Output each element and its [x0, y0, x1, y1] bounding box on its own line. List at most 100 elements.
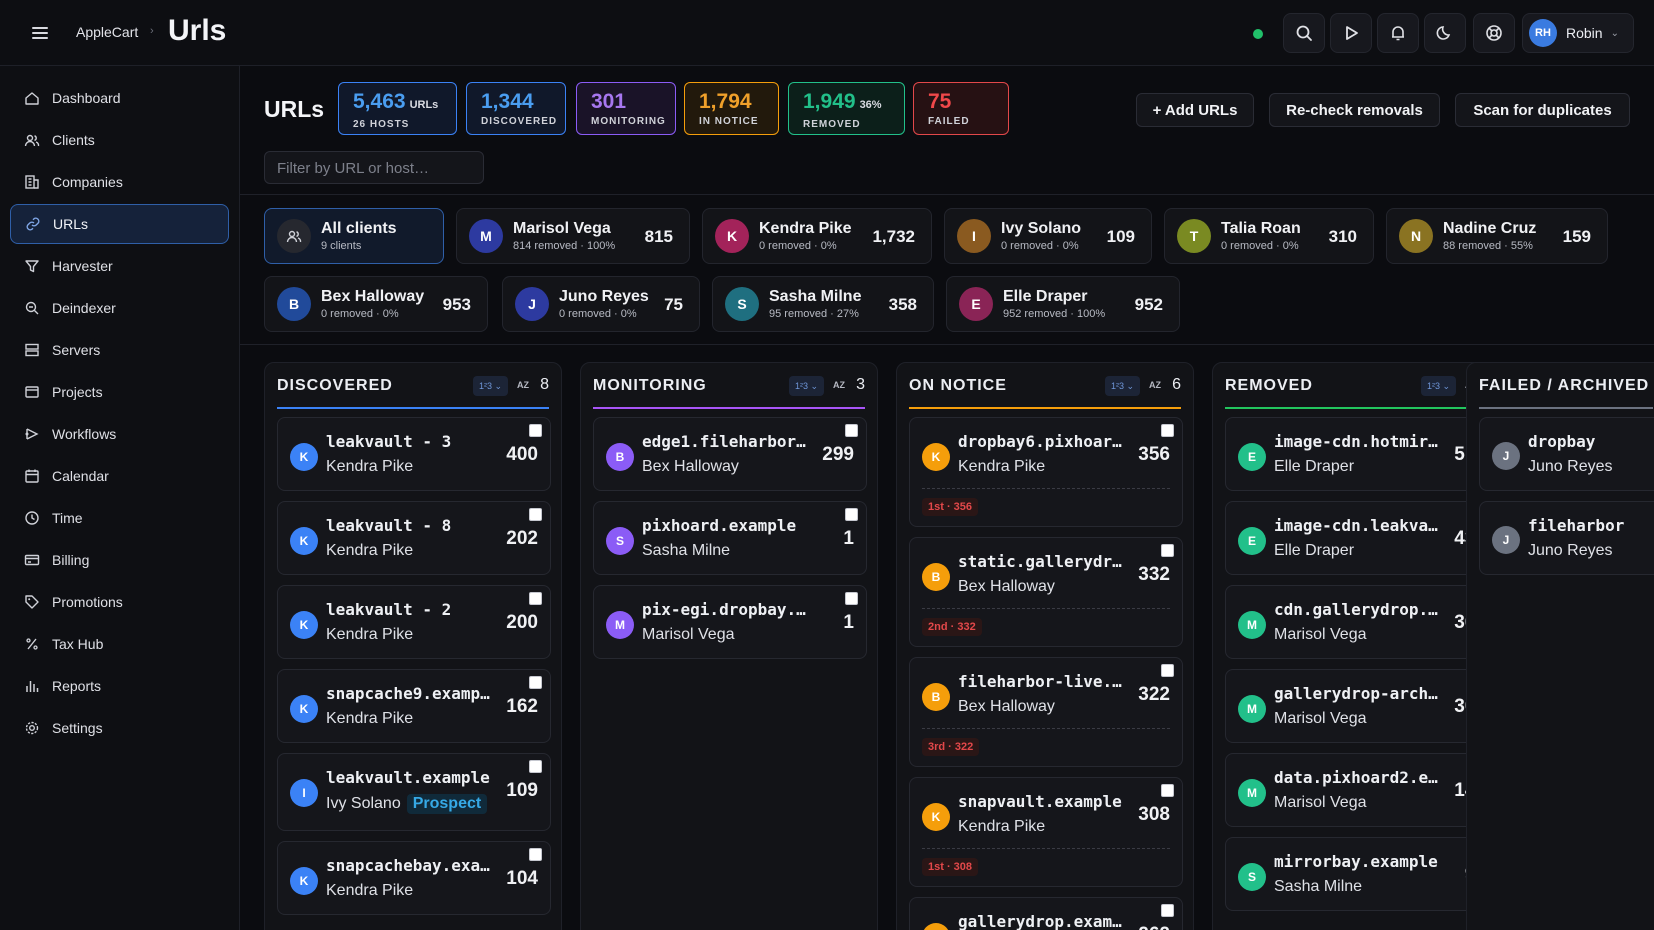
url-card[interactable]: Ksnapvault.example Kendra Pike 308 1st · 30… — [909, 777, 1183, 887]
sort-numeric-button[interactable]: 1²3 ⌄ — [1105, 376, 1141, 396]
breadcrumb-app[interactable]: AppleCart — [76, 24, 138, 40]
user-menu[interactable]: RH Robin ⌄ — [1522, 13, 1634, 53]
client-filter-chip[interactable]: K Kendra Pike 0 removed · 0% 1,732 — [702, 208, 932, 264]
url-card[interactable]: Mcdn.gallerydrop.exampleMarisol Vega366 — [1225, 585, 1499, 659]
url-card[interactable]: Spixhoard.example Sasha Milne 1 — [593, 501, 867, 575]
select-checkbox[interactable] — [529, 592, 542, 605]
client-removed-summary: 952 removed · 100% — [1003, 308, 1106, 320]
url-card[interactable]: Ileakvault.example Ivy Solano Prospect 109 — [277, 753, 551, 831]
stat-monitoring[interactable]: 301 MONITORING — [576, 82, 676, 135]
recheck-removals-button[interactable]: Re-check removals — [1269, 93, 1440, 127]
search-button[interactable] — [1283, 13, 1325, 53]
url-card[interactable]: Bfileharbor-live.example Bex Halloway 322 3… — [909, 657, 1183, 767]
client-url-count: 1,732 — [872, 227, 915, 246]
select-checkbox[interactable] — [1161, 424, 1174, 437]
url-card[interactable]: Ksnapcachebay.example Kendra Pike 104 — [277, 841, 551, 915]
play-button[interactable] — [1330, 13, 1372, 53]
url-card[interactable]: Smirrorbay.exampleSasha Milne95 — [1225, 837, 1499, 911]
url-card[interactable]: Ksnapcache9.example Kendra Pike 162 — [277, 669, 551, 743]
url-card[interactable]: Mdata.pixhoard2.exampleMarisol Vega147 — [1225, 753, 1499, 827]
client-filter-chip[interactable]: J Juno Reyes 0 removed · 0% 75 — [502, 276, 700, 332]
building-icon — [25, 175, 39, 189]
client-filter-chip[interactable]: E Elle Draper 952 removed · 100% 952 — [946, 276, 1180, 332]
client-avatar: B — [922, 683, 950, 711]
url-card[interactable]: Sgallerydrop.exampleSasha Milne262 — [909, 897, 1183, 930]
theme-toggle-button[interactable] — [1424, 13, 1466, 53]
url-card[interactable]: Kleakvault - 2 Kendra Pike 200 — [277, 585, 551, 659]
sort-numeric-button[interactable]: 1²3 ⌄ — [1421, 376, 1457, 396]
url-card[interactable]: Jdropbay Juno Reyes — [1479, 417, 1654, 491]
sidebar-item-time[interactable]: Time — [10, 498, 229, 538]
url-card[interactable]: Kdropbay6.pixhoard.example Kendra Pike 356… — [909, 417, 1183, 527]
notifications-button[interactable] — [1377, 13, 1419, 53]
stat-failed[interactable]: 75 FAILED — [913, 82, 1009, 135]
stat-notice[interactable]: 1,794 IN NOTICE — [684, 82, 779, 135]
client-filter-chip[interactable]: I Ivy Solano 0 removed · 0% 109 — [944, 208, 1152, 264]
stat-total-value: 5,463 — [353, 90, 406, 113]
client-filter-chip[interactable]: B Bex Halloway 0 removed · 0% 953 — [264, 276, 488, 332]
client-filter-all[interactable]: All clients 9 clients — [264, 208, 444, 264]
url-client: Elle Draper — [1274, 542, 1354, 560]
url-card[interactable]: Bstatic.gallerydrop.example Bex Halloway 3… — [909, 537, 1183, 647]
client-removed-summary: 0 removed · 0% — [321, 308, 399, 320]
select-checkbox[interactable] — [1161, 784, 1174, 797]
sort-az-button[interactable]: AZ — [517, 380, 529, 390]
sidebar-item-deindexer[interactable]: Deindexer — [10, 288, 229, 328]
stat-discovered[interactable]: 1,344 DISCOVERED — [466, 82, 566, 135]
sidebar-item-billing[interactable]: Billing — [10, 540, 229, 580]
url-client: Sasha Milne — [1274, 878, 1362, 896]
sort-numeric-button[interactable]: 1²3 ⌄ — [473, 376, 509, 396]
sidebar-item-calendar[interactable]: Calendar — [10, 456, 229, 496]
client-filter-chip[interactable]: N Nadine Cruz 88 removed · 55% 159 — [1386, 208, 1608, 264]
sidebar-item-servers[interactable]: Servers — [10, 330, 229, 370]
url-card[interactable]: Mgallerydrop-archive.example Marisol Vega… — [1225, 669, 1499, 743]
select-checkbox[interactable] — [1161, 664, 1174, 677]
sidebar-item-projects[interactable]: Projects — [10, 372, 229, 412]
select-checkbox[interactable] — [529, 424, 542, 437]
scan-duplicates-button[interactable]: Scan for duplicates — [1455, 93, 1630, 127]
url-card[interactable]: Jfileharbor Juno Reyes — [1479, 501, 1654, 575]
help-button[interactable] — [1473, 13, 1515, 53]
sidebar-item-settings[interactable]: Settings — [10, 708, 229, 748]
sidebar-item-clients[interactable]: Clients — [10, 120, 229, 160]
sidebar-item-reports[interactable]: Reports — [10, 666, 229, 706]
sidebar-item-tax-hub[interactable]: Tax Hub — [10, 624, 229, 664]
url-card[interactable]: Kleakvault - 3 Kendra Pike 400 — [277, 417, 551, 491]
select-checkbox[interactable] — [845, 592, 858, 605]
client-filter-chip[interactable]: T Talia Roan 0 removed · 0% 310 — [1164, 208, 1374, 264]
column-count: 3 — [856, 376, 865, 393]
column-underline — [909, 407, 1181, 409]
select-checkbox[interactable] — [529, 848, 542, 861]
url-card[interactable]: Eimage-cdn.hotmirror.exampleElle Draper5… — [1225, 417, 1499, 491]
url-card[interactable]: Bedge1.fileharbor.example Bex Halloway 299 — [593, 417, 867, 491]
url-card[interactable]: Kleakvault - 8 Kendra Pike 202 — [277, 501, 551, 575]
sort-numeric-button[interactable]: 1²3 ⌄ — [789, 376, 825, 396]
select-checkbox[interactable] — [1161, 544, 1174, 557]
client-name: Sasha Milne — [642, 542, 731, 559]
sort-az-button[interactable]: AZ — [1149, 380, 1161, 390]
sidebar-item-dashboard[interactable]: Dashboard — [10, 78, 229, 118]
client-name: Ivy Solano — [326, 795, 401, 812]
sidebar-item-workflows[interactable]: Workflows — [10, 414, 229, 454]
select-checkbox[interactable] — [529, 508, 542, 521]
client-filter-chip[interactable]: M Marisol Vega 814 removed · 100% 815 — [456, 208, 690, 264]
client-filter-chip[interactable]: S Sasha Milne 95 removed · 27% 358 — [712, 276, 934, 332]
select-checkbox[interactable] — [1161, 904, 1174, 917]
select-checkbox[interactable] — [529, 676, 542, 689]
sidebar-item-companies[interactable]: Companies — [10, 162, 229, 202]
hamburger-menu-icon[interactable] — [28, 22, 52, 44]
filter-input[interactable]: Filter by URL or host… — [264, 151, 484, 184]
select-checkbox[interactable] — [529, 760, 542, 773]
url-host: static.gallerydrop.example — [958, 552, 1124, 571]
url-count: 1 — [843, 612, 854, 633]
add-urls-button[interactable]: + Add URLs — [1136, 93, 1254, 127]
sidebar-item-urls[interactable]: URLs — [10, 204, 229, 244]
stat-removed[interactable]: 1,949 36% REMOVED — [788, 82, 905, 135]
select-checkbox[interactable] — [845, 508, 858, 521]
sidebar-item-promotions[interactable]: Promotions — [10, 582, 229, 622]
sidebar-item-harvester[interactable]: Harvester — [10, 246, 229, 286]
sort-az-button[interactable]: AZ — [833, 380, 845, 390]
select-checkbox[interactable] — [845, 424, 858, 437]
url-card[interactable]: Eimage-cdn.leakvault.exampleElle Draper4… — [1225, 501, 1499, 575]
url-card[interactable]: Mpix-egi.dropbay.example Marisol Vega 1 — [593, 585, 867, 659]
